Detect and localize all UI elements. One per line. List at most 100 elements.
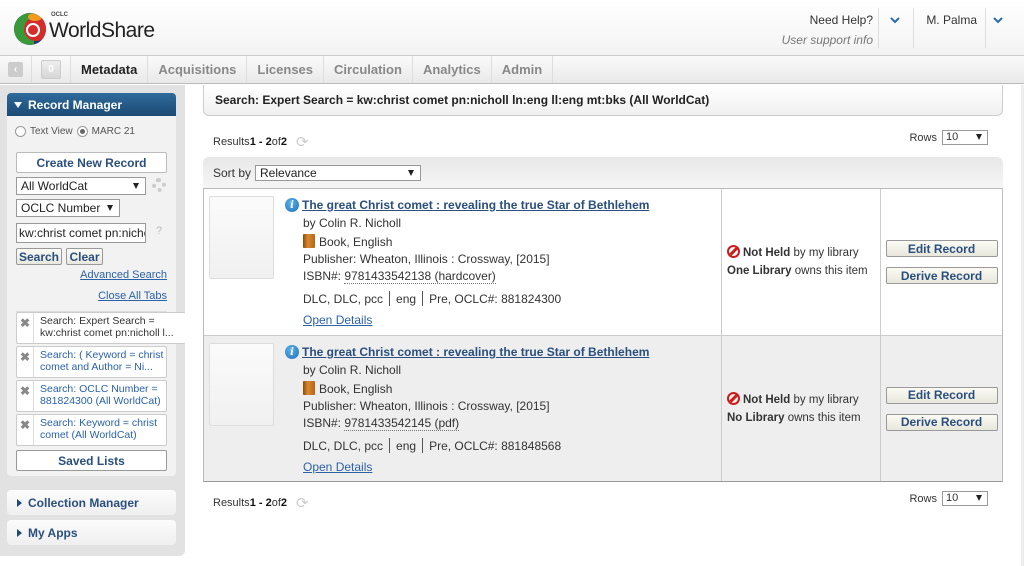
saved-lists-button[interactable]: Saved Lists: [16, 450, 167, 471]
record-author: by Colin R. Nicholl: [303, 363, 402, 377]
result-row: i The great Christ comet : revealing the…: [204, 336, 1002, 481]
tab-count-button[interactable]: 0: [32, 56, 71, 83]
info-icon[interactable]: i: [285, 198, 299, 212]
rows-label: Rows: [909, 492, 937, 505]
holdings-cell: Not Held by my library No Library owns t…: [722, 336, 881, 481]
dropdown-arrow-icon: [107, 205, 113, 211]
help-chevron-down-icon[interactable]: [889, 14, 903, 28]
divider: [913, 8, 914, 48]
record-title-link[interactable]: The great Christ comet : revealing the t…: [302, 345, 649, 359]
logo-oclc-text: OCLC: [51, 12, 68, 18]
open-details-link[interactable]: Open Details: [303, 313, 372, 327]
dropdown-arrow-icon: [408, 169, 415, 176]
record-format: Book, English: [303, 234, 392, 249]
tab-line-2: kw:christ comet pn:nicholl l...: [40, 327, 174, 339]
scope-select[interactable]: All WorldCat: [16, 177, 146, 195]
help-subtitle: User support info: [781, 33, 873, 47]
help-menu[interactable]: Need Help? User support info: [782, 13, 873, 47]
my-apps-panel[interactable]: My Apps: [7, 520, 176, 545]
held-status: Not Held by my library: [727, 244, 880, 262]
results-count-top: Results 1 - 2 of 2 ⟳: [213, 133, 309, 151]
book-icon: [303, 381, 315, 395]
isbn-value: 9781433542145 (pdf): [344, 416, 460, 431]
index-value: OCLC Number: [21, 201, 101, 215]
tab-circulation[interactable]: Circulation: [324, 56, 413, 83]
dropdown-arrow-icon: [976, 495, 982, 501]
results-total: 2: [280, 136, 288, 148]
edit-record-button[interactable]: Edit Record: [885, 386, 998, 404]
derive-record-button[interactable]: Derive Record: [885, 413, 998, 431]
collection-manager-panel[interactable]: Collection Manager: [7, 490, 176, 515]
tab-line-2: comet (All WorldCat): [40, 429, 137, 441]
record-manager-title: Record Manager: [28, 97, 123, 112]
rows-control-top: Rows 10: [909, 130, 988, 145]
rows-select[interactable]: 10: [942, 130, 988, 145]
index-select[interactable]: OCLC Number: [16, 199, 120, 217]
results-total: 2: [280, 497, 288, 509]
divider: [878, 8, 879, 48]
gear-icon[interactable]: [152, 178, 166, 192]
close-all-tabs-link[interactable]: Close All Tabs: [98, 290, 167, 302]
tab-line-1: Search: OCLC Number =: [40, 383, 158, 395]
dropdown-arrow-icon: [976, 134, 982, 140]
marc21-radio[interactable]: [76, 126, 88, 137]
scope-value: All WorldCat: [21, 179, 88, 193]
record-manager-header[interactable]: Record Manager: [7, 93, 176, 116]
rows-label: Rows: [909, 131, 937, 144]
caret-right-icon: [17, 498, 22, 507]
close-icon[interactable]: ✖: [17, 415, 34, 445]
close-icon[interactable]: ✖: [17, 381, 34, 411]
close-icon[interactable]: ✖: [17, 313, 34, 343]
text-view-label: Text View: [30, 126, 73, 137]
refresh-icon[interactable]: ⟳: [296, 494, 309, 512]
user-chevron-down-icon[interactable]: [992, 14, 1006, 28]
create-new-record-button[interactable]: Create New Record: [16, 152, 167, 173]
record-publisher: Publisher: Wheaton, Illinois : Crossway,…: [303, 252, 550, 266]
clear-button[interactable]: Clear: [66, 248, 103, 265]
open-search-tab[interactable]: ✖ Search: ( Keyword = christ comet and A…: [16, 346, 167, 378]
info-icon[interactable]: i: [285, 345, 299, 359]
results-range: 1 - 2: [249, 497, 272, 509]
record-details-cell: i The great Christ comet : revealing the…: [204, 189, 722, 335]
record-meta: DLC, DLC, pcc eng Pre, OCLC#: 881824300: [303, 291, 562, 306]
actions-cell: Edit Record Derive Record: [881, 189, 1002, 335]
tab-admin[interactable]: Admin: [492, 56, 554, 83]
record-title-link[interactable]: The great Christ comet : revealing the t…: [302, 198, 649, 212]
open-search-tab[interactable]: ✖ Search: Expert Search = kw:christ come…: [16, 312, 185, 344]
cover-thumbnail: [209, 196, 274, 279]
open-details-link[interactable]: Open Details: [303, 460, 372, 474]
tab-count-badge: 0: [41, 60, 61, 79]
close-icon[interactable]: ✖: [17, 347, 34, 377]
help-question-icon[interactable]: ?: [156, 225, 162, 237]
owners-status: One Library owns this item: [727, 265, 868, 277]
refresh-icon[interactable]: ⟳: [296, 133, 309, 151]
open-search-tab[interactable]: ✖ Search: OCLC Number = 881824300 (All W…: [16, 380, 167, 412]
my-apps-label: My Apps: [28, 525, 78, 540]
advanced-search-link[interactable]: Advanced Search: [80, 269, 167, 281]
edit-record-button[interactable]: Edit Record: [885, 240, 998, 257]
collapse-sidebar-button[interactable]: ‹: [0, 56, 32, 83]
text-view-radio[interactable]: [15, 126, 26, 137]
result-row: i The great Christ comet : revealing the…: [204, 189, 1002, 336]
rows-select[interactable]: 10: [942, 491, 988, 506]
worldshare-logo[interactable]: OCLC WorldShare: [14, 12, 155, 46]
tab-licenses[interactable]: Licenses: [247, 56, 325, 83]
tab-analytics[interactable]: Analytics: [413, 56, 492, 83]
tab-metadata[interactable]: Metadata: [71, 56, 149, 83]
search-input[interactable]: [16, 223, 146, 243]
open-search-tab[interactable]: ✖ Search: Keyword = christ comet (All Wo…: [16, 414, 167, 446]
divider: [389, 438, 391, 453]
derive-record-button[interactable]: Derive Record: [885, 267, 998, 284]
user-menu[interactable]: M. Palma: [926, 13, 977, 27]
help-title: Need Help?: [809, 13, 873, 27]
search-button[interactable]: Search: [16, 248, 62, 265]
collection-manager-label: Collection Manager: [28, 495, 139, 510]
not-held-icon: [727, 391, 740, 405]
book-icon: [303, 234, 315, 248]
actions-cell: Edit Record Derive Record: [881, 336, 1002, 481]
sidebar: Record Manager Text View MARC 21 Create …: [0, 85, 185, 556]
record-author: by Colin R. Nicholl: [303, 216, 402, 230]
isbn-value: 9781433542138 (hardcover): [344, 269, 496, 284]
tab-acquisitions[interactable]: Acquisitions: [148, 56, 248, 83]
sort-select[interactable]: Relevance: [255, 164, 422, 181]
